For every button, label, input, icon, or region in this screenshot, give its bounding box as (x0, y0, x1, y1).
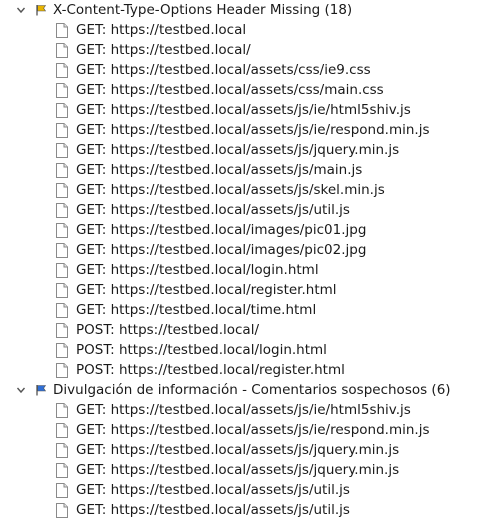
alert-instance-row[interactable]: POST: https://testbed.local/ (0, 320, 490, 340)
request-label: GET: https://testbed.local/assets/css/ma… (76, 82, 384, 98)
request-label: POST: https://testbed.local/ (76, 322, 259, 338)
document-icon (56, 363, 68, 378)
request-label: GET: https://testbed.local/images/pic01.… (76, 222, 367, 238)
document-icon (56, 203, 68, 218)
request-label: GET: https://testbed.local/images/pic02.… (76, 242, 367, 258)
document-icon (56, 103, 68, 118)
document-icon (56, 443, 68, 458)
request-label: GET: https://testbed.local/assets/js/ie/… (76, 102, 411, 118)
request-label: GET: https://testbed.local/assets/js/ske… (76, 182, 385, 198)
alert-instance-row[interactable]: GET: https://testbed.local/assets/js/uti… (0, 500, 490, 520)
alert-group-row[interactable]: X-Content-Type-Options Header Missing (1… (0, 0, 490, 20)
flag-yellow-icon (36, 5, 47, 16)
document-icon (56, 243, 68, 258)
request-label: POST: https://testbed.local/register.htm… (76, 362, 345, 378)
alert-instance-row[interactable]: GET: https://testbed.local/assets/js/jqu… (0, 460, 490, 480)
request-label: GET: https://testbed.local/login.html (76, 262, 319, 278)
alert-instance-row[interactable]: GET: https://testbed.local/assets/js/ske… (0, 180, 490, 200)
request-label: GET: https://testbed.local/ (76, 42, 251, 58)
alert-instance-row[interactable]: GET: https://testbed.local/assets/js/ie/… (0, 420, 490, 440)
alert-instance-row[interactable]: GET: https://testbed.local/assets/css/ma… (0, 80, 490, 100)
request-label: GET: https://testbed.local/assets/js/ie/… (76, 402, 411, 418)
alert-instance-row[interactable]: GET: https://testbed.local/ (0, 40, 490, 60)
document-icon (56, 323, 68, 338)
document-icon (56, 483, 68, 498)
document-icon (56, 23, 68, 38)
alert-instance-row[interactable]: GET: https://testbed.local/assets/css/ie… (0, 60, 490, 80)
document-icon (56, 63, 68, 78)
request-label: GET: https://testbed.local/assets/js/jqu… (76, 442, 400, 458)
alert-group-label: X-Content-Type-Options Header Missing (1… (53, 2, 353, 18)
document-icon (56, 303, 68, 318)
document-icon (56, 143, 68, 158)
alert-instance-row[interactable]: GET: https://testbed.local/assets/js/jqu… (0, 140, 490, 160)
request-label: GET: https://testbed.local (76, 22, 247, 38)
request-label: GET: https://testbed.local/assets/css/ie… (76, 62, 371, 78)
document-icon (56, 463, 68, 478)
request-label: GET: https://testbed.local/assets/js/uti… (76, 202, 350, 218)
request-label: GET: https://testbed.local/assets/js/mai… (76, 162, 363, 178)
document-icon (56, 283, 68, 298)
document-icon (56, 263, 68, 278)
document-icon (56, 123, 68, 138)
alert-instance-row[interactable]: GET: https://testbed.local/assets/js/uti… (0, 480, 490, 500)
document-icon (56, 163, 68, 178)
request-label: GET: https://testbed.local/assets/js/ie/… (76, 122, 430, 138)
request-label: GET: https://testbed.local/assets/js/jqu… (76, 462, 400, 478)
document-icon (56, 43, 68, 58)
document-icon (56, 343, 68, 358)
chevron-down-icon[interactable] (16, 5, 26, 15)
alert-instance-row[interactable]: GET: https://testbed.local/assets/js/ie/… (0, 400, 490, 420)
alert-instance-row[interactable]: GET: https://testbed.local/assets/js/ie/… (0, 100, 490, 120)
request-label: GET: https://testbed.local/register.html (76, 282, 337, 298)
alert-instance-row[interactable]: GET: https://testbed.local/time.html (0, 300, 490, 320)
alert-instance-row[interactable]: POST: https://testbed.local/login.html (0, 340, 490, 360)
alert-instance-row[interactable]: POST: https://testbed.local/register.htm… (0, 360, 490, 380)
request-label: GET: https://testbed.local/assets/js/uti… (76, 482, 350, 498)
request-label: GET: https://testbed.local/time.html (76, 302, 317, 318)
alerts-tree: X-Content-Type-Options Header Missing (1… (0, 0, 490, 521)
document-icon (56, 403, 68, 418)
document-icon (56, 183, 68, 198)
alert-instance-row[interactable]: GET: https://testbed.local/login.html (0, 260, 490, 280)
alert-instance-row[interactable]: GET: https://testbed.local/assets/js/uti… (0, 200, 490, 220)
alert-instance-row[interactable]: GET: https://testbed.local (0, 20, 490, 40)
request-label: GET: https://testbed.local/assets/js/ie/… (76, 422, 430, 438)
document-icon (56, 83, 68, 98)
request-label: POST: https://testbed.local/login.html (76, 342, 327, 358)
alert-instance-row[interactable]: GET: https://testbed.local/assets/js/ie/… (0, 120, 490, 140)
request-label: GET: https://testbed.local/assets/js/jqu… (76, 142, 400, 158)
alert-instance-row[interactable]: GET: https://testbed.local/register.html (0, 280, 490, 300)
alert-group-row[interactable]: Divulgación de información - Comentarios… (0, 380, 490, 400)
alert-group-label: Divulgación de información - Comentarios… (53, 382, 451, 398)
alert-instance-row[interactable]: GET: https://testbed.local/images/pic02.… (0, 240, 490, 260)
alert-instance-row[interactable]: GET: https://testbed.local/assets/js/jqu… (0, 440, 490, 460)
alert-instance-row[interactable]: GET: https://testbed.local/images/pic01.… (0, 220, 490, 240)
document-icon (56, 423, 68, 438)
alert-instance-row[interactable]: GET: https://testbed.local/assets/js/mai… (0, 160, 490, 180)
flag-blue-icon (36, 385, 47, 396)
document-icon (56, 503, 68, 518)
chevron-down-icon[interactable] (16, 385, 26, 395)
document-icon (56, 223, 68, 238)
request-label: GET: https://testbed.local/assets/js/uti… (76, 502, 350, 518)
